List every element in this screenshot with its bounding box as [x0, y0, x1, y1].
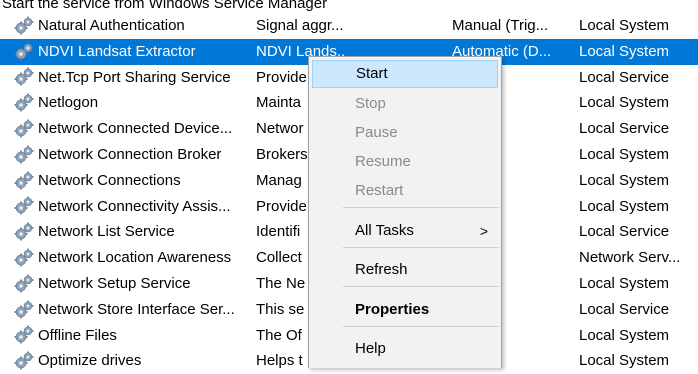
service-name: Offline Files — [38, 326, 117, 344]
service-startup-type: Manual (Trig... — [452, 17, 549, 34]
menu-item-refresh[interactable]: Refresh — [312, 256, 498, 284]
service-name-cell: Net.Tcp Port Sharing Service — [14, 65, 250, 91]
gear-service-icon — [14, 93, 34, 112]
service-name-cell: Network List Service — [14, 219, 250, 245]
service-name-cell: Offline Files — [14, 323, 250, 349]
service-name-cell: Natural Authentication — [14, 13, 250, 39]
service-name-cell: Netlogon — [14, 90, 250, 116]
menu-separator — [343, 247, 499, 248]
gear-service-icon — [14, 274, 34, 293]
service-logon-as: Local Service — [579, 300, 670, 318]
menu-item-stop[interactable]: Stop — [312, 90, 498, 118]
service-name: Netlogon — [38, 94, 99, 112]
gear-service-icon — [14, 119, 34, 138]
service-name: Network Connection Broker — [38, 145, 222, 163]
service-name-cell: Network Connections — [14, 168, 250, 194]
chevron-right-icon: > — [479, 223, 488, 239]
service-name: Network Connectivity Assis... — [38, 197, 231, 215]
gear-service-icon — [14, 196, 34, 215]
menu-separator — [343, 207, 499, 208]
service-logon-as: Local System — [579, 352, 670, 370]
service-name-cell: Network Location Awareness — [14, 245, 250, 271]
gear-service-icon — [14, 67, 34, 86]
service-name: NDVI Landsat Extractor — [38, 42, 196, 60]
menu-item-restart[interactable]: Restart — [312, 177, 498, 205]
service-name-cell: NDVI Landsat Extractor — [14, 39, 250, 65]
gear-service-icon — [14, 222, 34, 241]
service-logon-as: Local System — [579, 42, 670, 60]
gear-service-icon — [14, 145, 34, 164]
gear-service-icon — [14, 42, 34, 61]
service-name: Network Connections — [38, 171, 181, 189]
menu-separator — [343, 326, 499, 327]
menu-separator — [343, 286, 499, 287]
gear-service-icon — [14, 16, 34, 35]
gear-service-icon — [14, 171, 34, 190]
service-logon-as: Local System — [579, 171, 670, 189]
service-name: Optimize drives — [38, 352, 142, 370]
service-logon-as: Local System — [579, 94, 670, 112]
service-name: Network Setup Service — [38, 274, 191, 292]
service-name-cell: Network Connection Broker — [14, 142, 250, 168]
gear-service-icon — [14, 300, 34, 319]
service-name: Network Store Interface Ser... — [38, 300, 235, 318]
service-name: Natural Authentication — [38, 17, 185, 34]
service-name: Network Connected Device... — [38, 120, 233, 138]
service-name-cell: Optimize drives — [14, 348, 250, 374]
service-logon-as: Local Service — [579, 120, 670, 138]
service-name: Net.Tcp Port Sharing Service — [38, 68, 231, 86]
menu-item-properties[interactable]: Properties — [312, 296, 498, 324]
service-logon-as: Local System — [579, 145, 670, 163]
service-logon-as: Local Service — [579, 223, 670, 241]
menu-item-resume[interactable]: Resume — [312, 148, 498, 176]
service-logon-as: Local System — [579, 17, 670, 34]
service-description: Signal aggr... — [256, 17, 344, 34]
menu-item-pause[interactable]: Pause — [312, 119, 498, 147]
gear-service-icon — [14, 325, 34, 344]
service-name-cell: Network Store Interface Ser... — [14, 297, 250, 323]
gear-service-icon — [14, 248, 34, 267]
service-logon-as: Network Serv... — [579, 249, 681, 267]
gear-service-icon — [14, 351, 34, 370]
menu-item-all-tasks[interactable]: All Tasks > — [312, 217, 498, 245]
menu-item-all-tasks-label: All Tasks — [355, 222, 414, 239]
menu-item-start[interactable]: Start — [312, 60, 498, 88]
service-name: Network List Service — [38, 223, 175, 241]
service-logon-as: Local System — [579, 197, 670, 215]
service-logon-as: Local System — [579, 326, 670, 344]
service-name-cell: Network Connected Device... — [14, 116, 250, 142]
service-name-cell: Network Connectivity Assis... — [14, 194, 250, 220]
service-logon-as: Local System — [579, 274, 670, 292]
page-caption: Start the service from Windows Service M… — [2, 0, 328, 12]
service-row[interactable]: Natural Authentication Signal aggr... Ma… — [0, 13, 698, 39]
context-menu: Start Stop Pause Resume Restart All Task… — [308, 56, 502, 368]
service-name: Network Location Awareness — [38, 249, 232, 267]
service-name-cell: Network Setup Service — [14, 271, 250, 297]
menu-item-help[interactable]: Help — [312, 335, 498, 363]
service-logon-as: Local Service — [579, 68, 670, 86]
